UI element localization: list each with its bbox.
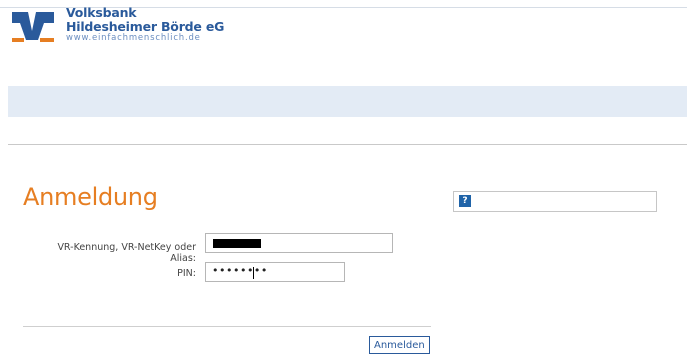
- bank-logo: [10, 9, 56, 43]
- bank-name-line1: Volksbank: [66, 5, 137, 20]
- navigation-band: [8, 86, 687, 117]
- bank-slogan-url: www.einfachmenschlich.de: [66, 33, 201, 43]
- bank-name-line2: Hildesheimer Börde eG: [66, 19, 225, 34]
- page-title: Anmeldung: [23, 183, 158, 211]
- text-caret: [253, 267, 254, 279]
- login-button[interactable]: Anmelden: [369, 336, 430, 354]
- content-divider: [8, 144, 687, 145]
- user-label: VR-Kennung, VR-NetKey oder Alias:: [57, 242, 196, 264]
- help-icon[interactable]: ?: [459, 195, 471, 207]
- user-field[interactable]: [205, 233, 393, 253]
- form-bottom-divider: [23, 326, 431, 327]
- pin-label: PIN:: [177, 268, 196, 279]
- pin-field[interactable]: ••••••••: [205, 262, 345, 282]
- redacted-username: [213, 239, 261, 248]
- help-box: ?: [453, 191, 657, 212]
- pin-masked-value: ••••••••: [212, 264, 268, 277]
